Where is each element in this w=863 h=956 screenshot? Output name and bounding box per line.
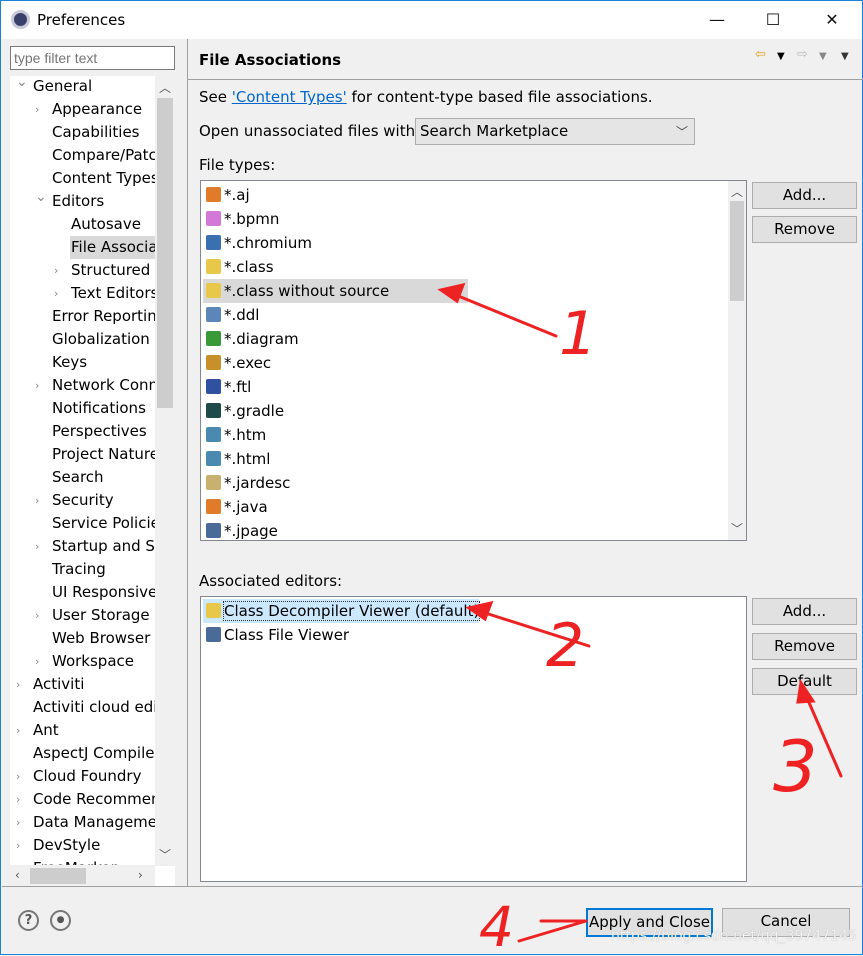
annotation-number-1: 1 [559, 299, 597, 369]
annotation-number-3: 3 [773, 726, 818, 808]
arrow-1 [449, 291, 558, 338]
arrow-2-head [465, 600, 494, 622]
annotation-number-2: 2 [546, 611, 584, 681]
arrow-4 [517, 919, 588, 943]
red-annotations: 1 2 3 4 [437, 282, 843, 956]
arrow-1-head [437, 282, 466, 304]
preferences-window: Preferences — ☐ ✕ FreeMarker›DevStyle›Da… [0, 0, 863, 956]
arrow-3-head [796, 678, 816, 704]
annotation-number-4: 4 [479, 895, 514, 956]
